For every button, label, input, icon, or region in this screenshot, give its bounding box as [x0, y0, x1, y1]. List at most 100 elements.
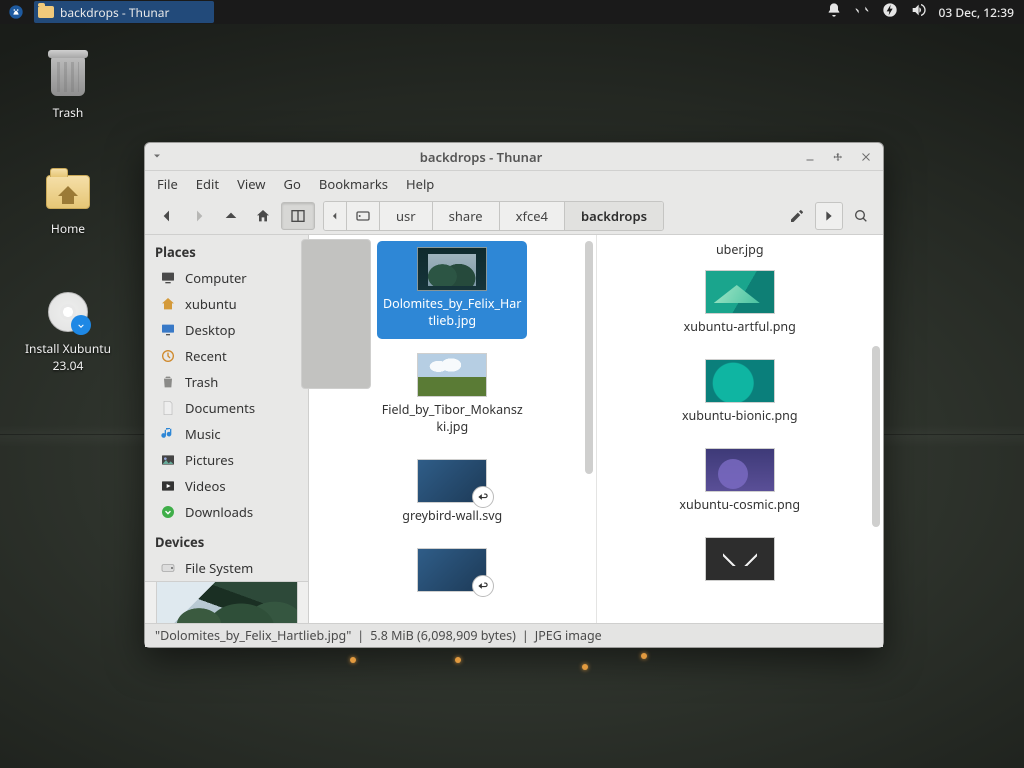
nav-up-button[interactable]	[217, 202, 245, 230]
nav-back-button[interactable]	[153, 202, 181, 230]
window-close-button[interactable]	[855, 147, 877, 167]
window-menu-icon[interactable]	[151, 148, 163, 166]
path-back-chevron[interactable]	[324, 202, 347, 230]
file-item[interactable]: greybird-wall.svg	[377, 453, 527, 534]
taskbar-item-thunar[interactable]: backdrops - Thunar	[34, 1, 214, 23]
computer-icon	[159, 270, 177, 286]
file-name: Field_by_Tibor_Mokanszki.jpg	[381, 401, 523, 435]
desktop-icon-installer[interactable]: Install Xubuntu 23.04	[18, 288, 118, 374]
sidebar-item-recent[interactable]: Recent	[145, 343, 308, 369]
preview-image	[156, 581, 298, 623]
nav-home-button[interactable]	[249, 202, 277, 230]
sidebar-item-label: Desktop	[185, 321, 236, 339]
path-segment[interactable]: share	[433, 202, 500, 230]
file-item[interactable]: xubuntu-bionic.png	[665, 353, 815, 434]
videos-icon	[159, 478, 177, 494]
sidebar-scrollbar[interactable]	[300, 239, 308, 453]
disc-icon	[48, 292, 88, 332]
sidebar-item-pictures[interactable]: Pictures	[145, 447, 308, 473]
sidebar-item-music[interactable]: Music	[145, 421, 308, 447]
volume-icon[interactable]	[910, 2, 926, 22]
scrollbar[interactable]	[871, 241, 881, 617]
system-tray: 03 Dec, 12:39	[826, 2, 1024, 22]
status-separator: |	[357, 627, 364, 644]
panel-clock[interactable]: 03 Dec, 12:39	[938, 4, 1014, 21]
task-title: backdrops - Thunar	[60, 4, 169, 21]
sidebar-item-videos[interactable]: Videos	[145, 473, 308, 499]
documents-icon	[159, 400, 177, 416]
dock-indicator	[350, 657, 356, 663]
sidebar-item-label: Documents	[185, 399, 255, 417]
edit-path-button[interactable]	[783, 202, 811, 230]
sidebar-item-label: Downloads	[185, 503, 253, 521]
home-icon	[159, 296, 177, 312]
whisker-menu-button[interactable]	[0, 0, 32, 24]
sidebar-item-filesystem[interactable]: File System	[145, 555, 308, 581]
file-name: greybird-wall.svg	[402, 507, 502, 524]
window-maximize-button[interactable]	[827, 147, 849, 167]
thumbnail	[417, 459, 487, 503]
trash-icon	[51, 56, 85, 96]
power-manager-icon[interactable]	[882, 2, 898, 22]
view-split-toggle[interactable]	[281, 202, 315, 230]
sidebar-item-label: Computer	[185, 269, 247, 287]
file-column-left[interactable]: Dolomites_by_Felix_Hartlieb.jpg Field_by…	[309, 235, 596, 623]
sidebar-item-label: File System	[185, 559, 253, 577]
dock-indicator	[582, 664, 588, 670]
menu-help[interactable]: Help	[406, 175, 434, 193]
menu-go[interactable]: Go	[284, 175, 301, 193]
desktop-icon-home[interactable]: Home	[18, 168, 118, 237]
menu-file[interactable]: File	[157, 175, 178, 193]
window-titlebar[interactable]: backdrops - Thunar	[145, 143, 883, 171]
sidebar-item-desktop[interactable]: Desktop	[145, 317, 308, 343]
sidebar-item-label: xubuntu	[185, 295, 237, 313]
recent-icon	[159, 348, 177, 364]
thumbnail	[705, 359, 775, 403]
menu-edit[interactable]: Edit	[196, 175, 219, 193]
file-item[interactable]: Dolomites_by_Felix_Hartlieb.jpg	[377, 241, 527, 339]
status-filetype: JPEG image	[535, 627, 602, 644]
path-segment-current[interactable]: backdrops	[565, 202, 663, 230]
pictures-icon	[159, 452, 177, 468]
file-name: Dolomites_by_Felix_Hartlieb.jpg	[381, 295, 523, 329]
thumbnail	[417, 247, 487, 291]
file-item[interactable]: xubuntu-artful.png	[665, 264, 815, 345]
toolbar: usr share xfce4 backdrops	[145, 197, 883, 235]
sidebar-item-computer[interactable]: Computer	[145, 265, 308, 291]
sidebar-item-documents[interactable]: Documents	[145, 395, 308, 421]
file-item[interactable]	[377, 542, 527, 602]
file-item[interactable]: Field_by_Tibor_Mokanszki.jpg	[377, 347, 527, 445]
notification-icon[interactable]	[826, 2, 842, 22]
file-item[interactable]: xubuntu-cosmic.png	[665, 442, 815, 523]
drive-icon	[159, 560, 177, 576]
thunar-window: backdrops - Thunar File Edit View Go Boo…	[144, 142, 884, 648]
thumbnail	[705, 537, 775, 581]
thumbnail	[705, 448, 775, 492]
scrollbar[interactable]	[584, 241, 594, 617]
nav-forward-button[interactable]	[185, 202, 213, 230]
downloads-icon	[159, 504, 177, 520]
path-root-device[interactable]	[347, 202, 380, 230]
sidebar-item-trash[interactable]: Trash	[145, 369, 308, 395]
window-minimize-button[interactable]	[799, 147, 821, 167]
menu-view[interactable]: View	[237, 175, 265, 193]
path-history-dropdown[interactable]	[815, 202, 843, 230]
sidebar-item-xubuntu[interactable]: xubuntu	[145, 291, 308, 317]
symlink-badge-icon	[472, 486, 494, 508]
network-icon[interactable]	[854, 2, 870, 22]
file-name: uber.jpg	[665, 241, 815, 258]
sidebar-item-downloads[interactable]: Downloads	[145, 499, 308, 525]
folder-icon	[38, 6, 54, 18]
home-folder-icon	[46, 175, 90, 209]
thumbnail	[417, 353, 487, 397]
file-item[interactable]	[665, 531, 815, 591]
status-separator: |	[522, 627, 529, 644]
desktop-icon-trash[interactable]: Trash	[18, 52, 118, 121]
menu-bookmarks[interactable]: Bookmarks	[319, 175, 388, 193]
status-bar: "Dolomites_by_Felix_Hartlieb.jpg" | 5.8 …	[145, 623, 883, 647]
file-column-right[interactable]: uber.jpg xubuntu-artful.png xubuntu-bion…	[596, 235, 884, 623]
path-segment[interactable]: xfce4	[500, 202, 565, 230]
path-segment[interactable]: usr	[380, 202, 433, 230]
search-button[interactable]	[847, 202, 875, 230]
dock-indicator	[641, 653, 647, 659]
